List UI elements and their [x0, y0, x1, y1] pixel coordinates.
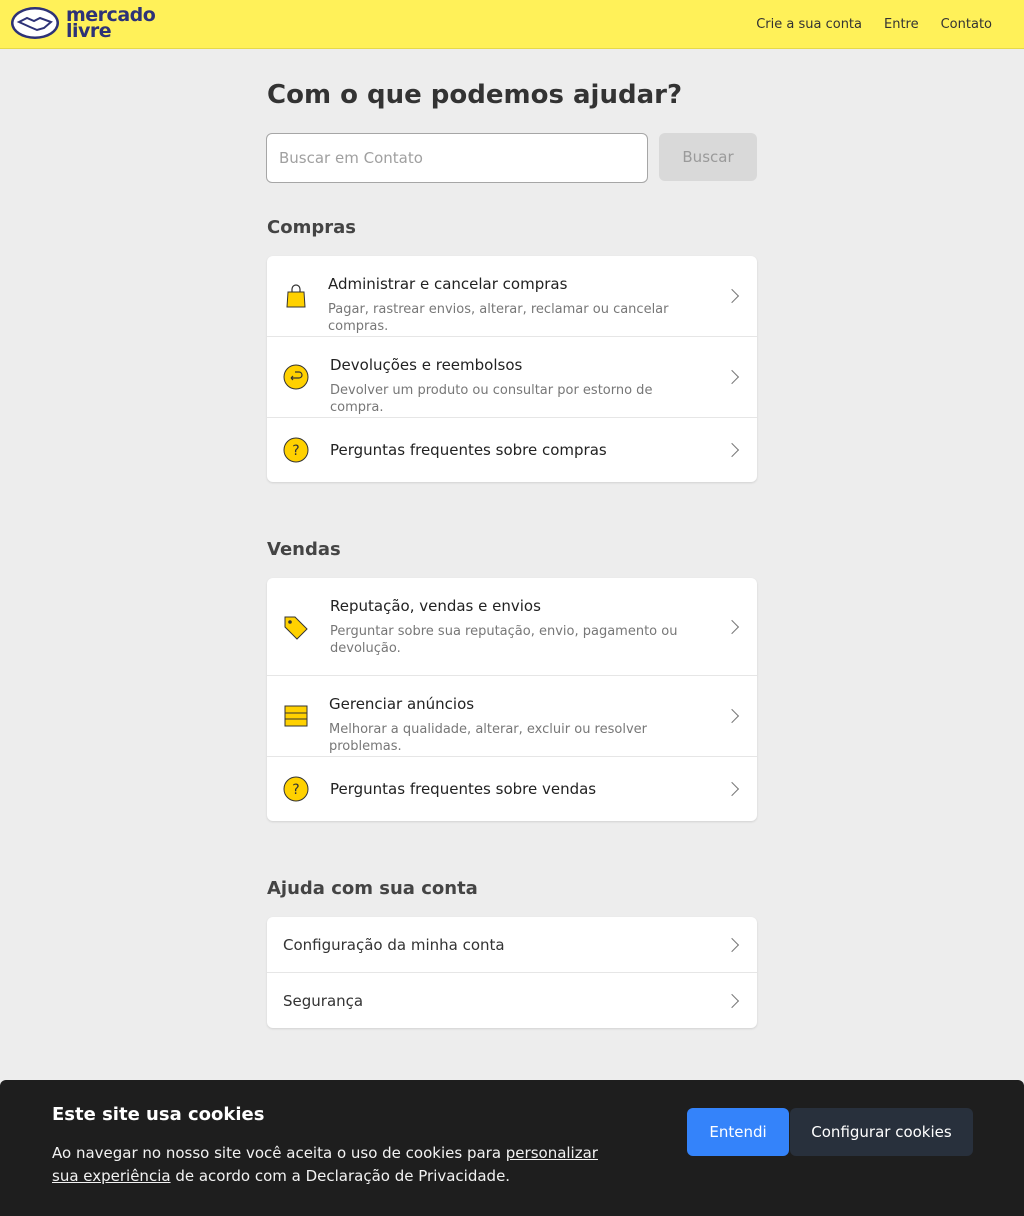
nav-contact[interactable]: Contato [941, 17, 992, 32]
cookie-title: Este site usa cookies [52, 1104, 265, 1125]
header-nav: Crie a sua conta Entre Contato [756, 17, 992, 32]
nav-login[interactable]: Entre [884, 17, 919, 32]
page-title: Com o que podemos ajudar? [267, 80, 683, 110]
cookie-banner: Este site usa cookies Ao navegar no noss… [0, 1080, 1024, 1216]
search-button[interactable]: Buscar [659, 133, 757, 181]
tag-icon [284, 616, 308, 640]
row-returns[interactable]: Devoluções e reembolsos Devolver um prod… [267, 337, 757, 418]
section-title-vendas: Vendas [267, 539, 341, 560]
row-subtitle: Melhorar a qualidade, alterar, excluir o… [329, 722, 647, 754]
listings-icon [284, 705, 308, 727]
configure-cookies-button[interactable]: Configurar cookies [790, 1108, 973, 1156]
chevron-right-icon [724, 937, 740, 953]
chevron-right-icon [724, 619, 740, 635]
section-title-account: Ajuda com sua conta [267, 878, 478, 899]
row-account-settings[interactable]: Configuração da minha conta [267, 917, 757, 973]
cookie-text-before: Ao navegar no nosso site você aceita o u… [52, 1144, 506, 1162]
chevron-right-icon [724, 781, 740, 797]
row-security[interactable]: Segurança [267, 973, 757, 1028]
row-reputation[interactable]: Reputação, vendas e envios Perguntar sob… [267, 578, 757, 676]
row-title: Administrar e cancelar compras [328, 275, 568, 293]
section-title-compras: Compras [267, 217, 356, 238]
svg-text:?: ? [292, 443, 299, 459]
row-subtitle: Pagar, rastrear envios, alterar, reclama… [328, 302, 669, 334]
cookie-text: Ao navegar no nosso site você aceita o u… [52, 1142, 612, 1188]
top-header: mercado livre Crie a sua conta Entre Con… [0, 0, 1024, 49]
nav-create-account[interactable]: Crie a sua conta [756, 17, 862, 32]
handshake-logo-icon [11, 7, 59, 39]
row-title: Devoluções e reembolsos [330, 356, 523, 374]
row-faq-sales[interactable]: ? Perguntas frequentes sobre vendas [267, 757, 757, 821]
return-icon [283, 364, 309, 390]
compras-card: Administrar e cancelar compras Pagar, ra… [267, 256, 757, 482]
row-subtitle: Devolver um produto ou consultar por est… [330, 383, 653, 415]
row-manage-purchases[interactable]: Administrar e cancelar compras Pagar, ra… [267, 256, 757, 337]
chevron-right-icon [724, 288, 740, 304]
row-title: Gerenciar anúncios [329, 695, 475, 713]
shopping-bag-icon [286, 284, 306, 308]
question-icon: ? [283, 437, 309, 463]
chevron-right-icon [724, 442, 740, 458]
row-title: Reputação, vendas e envios [330, 597, 541, 615]
row-title: Perguntas frequentes sobre compras [330, 441, 607, 459]
row-subtitle: Perguntar sobre sua reputação, envio, pa… [330, 624, 678, 656]
row-manage-listings[interactable]: Gerenciar anúncios Melhorar a qualidade,… [267, 676, 757, 757]
mercado-livre-logo[interactable]: mercado livre [10, 6, 156, 41]
chevron-right-icon [724, 993, 740, 1009]
row-title: Segurança [283, 992, 364, 1010]
row-title: Perguntas frequentes sobre vendas [330, 780, 597, 798]
vendas-card: Reputação, vendas e envios Perguntar sob… [267, 578, 757, 821]
question-icon: ? [283, 776, 309, 802]
cookie-text-after: de acordo com a Declaração de Privacidad… [170, 1167, 511, 1185]
search-input[interactable] [266, 133, 648, 183]
chevron-right-icon [724, 369, 740, 385]
logo-wordmark: mercado livre [66, 6, 156, 41]
chevron-right-icon [724, 708, 740, 724]
svg-text:?: ? [292, 782, 299, 798]
account-card: Configuração da minha conta Segurança [267, 917, 757, 1028]
row-faq-purchases[interactable]: ? Perguntas frequentes sobre compras [267, 418, 757, 482]
row-title: Configuração da minha conta [283, 936, 505, 954]
accept-cookies-button[interactable]: Entendi [687, 1108, 789, 1156]
